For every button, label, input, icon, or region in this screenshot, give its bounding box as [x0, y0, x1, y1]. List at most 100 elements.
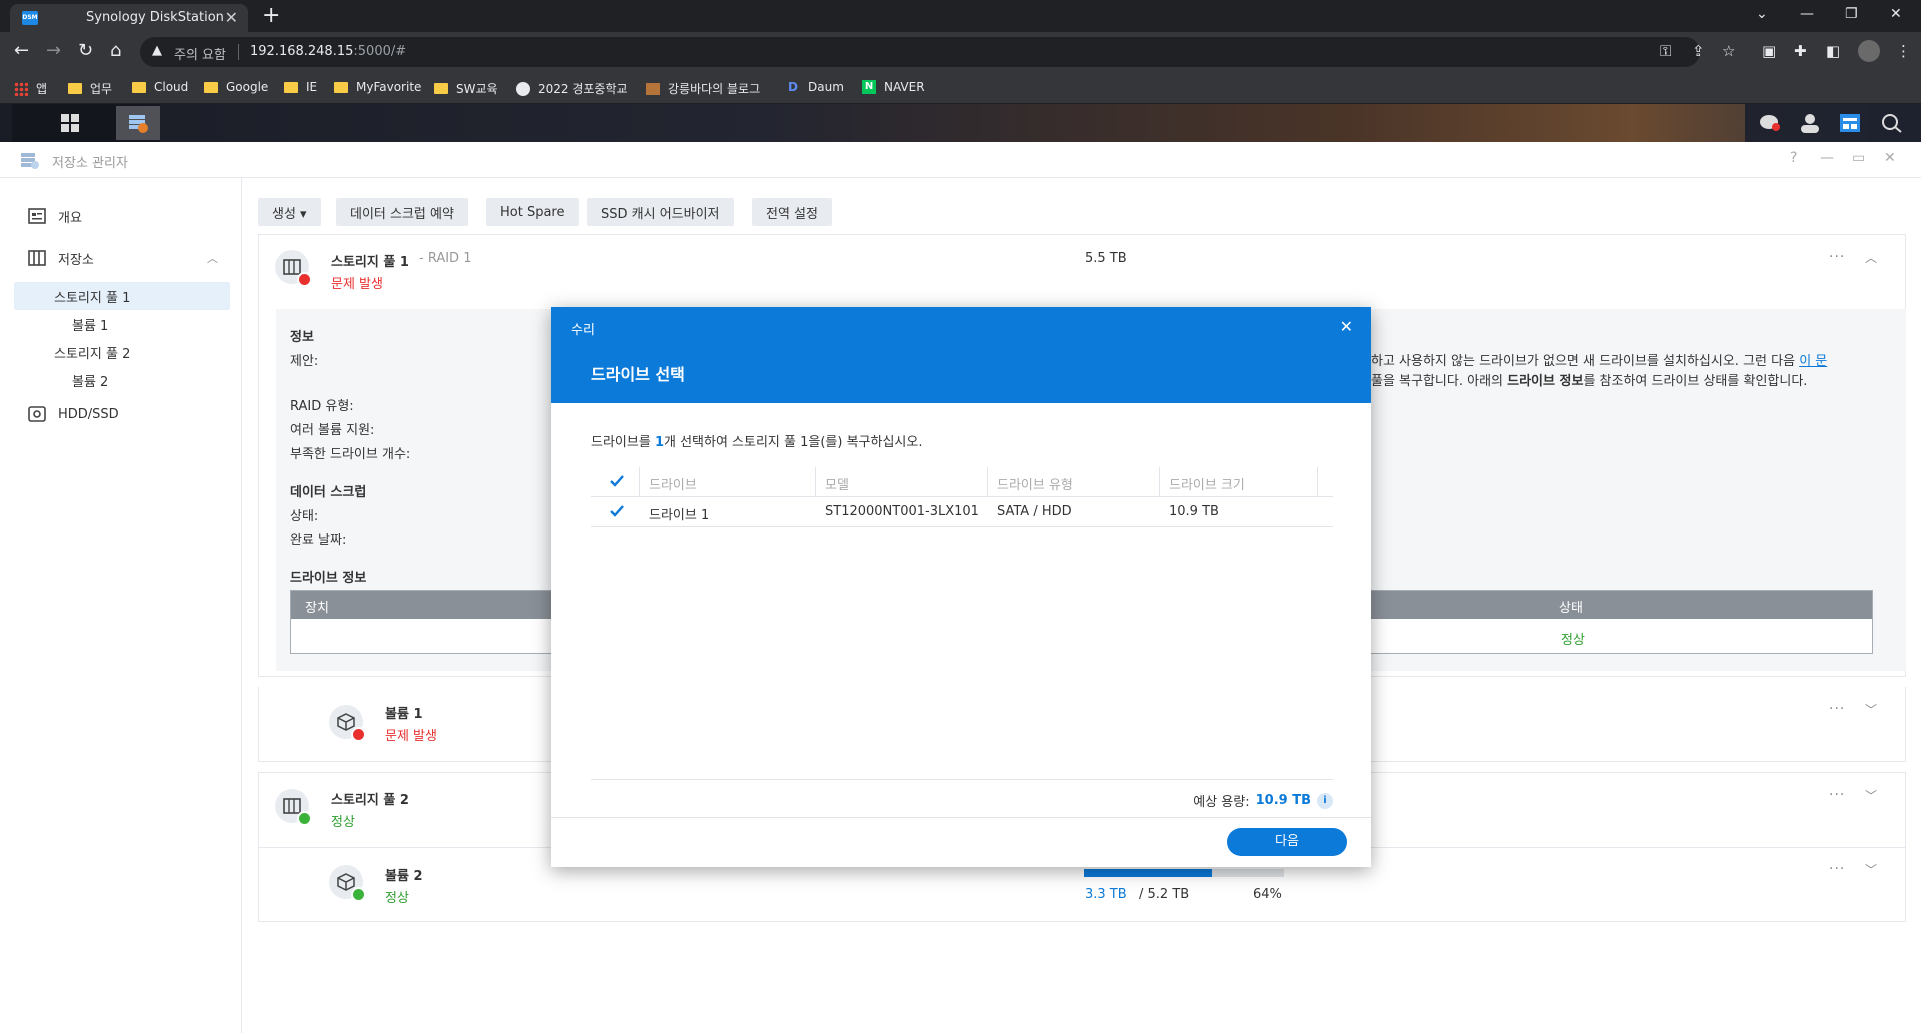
column-model[interactable]: 모델: [825, 474, 849, 493]
new-tab-button[interactable]: +: [262, 3, 280, 28]
info-heading: 정보: [290, 330, 314, 345]
profile-avatar[interactable]: [1858, 40, 1880, 62]
storage-manager-taskbar-button[interactable]: [116, 106, 160, 140]
browser-tab[interactable]: DSM Synology DiskStation ✕: [10, 4, 248, 32]
error-badge-icon: [297, 272, 312, 287]
column-drive[interactable]: 드라이브: [649, 474, 697, 493]
window-minimize-button[interactable]: —: [1820, 150, 1834, 166]
close-icon[interactable]: ✕: [1340, 317, 1353, 336]
bookmark-myfavorite[interactable]: MyFavorite: [334, 80, 421, 94]
sidebar-item-volume1[interactable]: 볼륨 1: [14, 310, 230, 338]
hdd-icon: [28, 406, 46, 422]
folder-icon: [284, 81, 298, 93]
apps-grid-icon: [14, 81, 28, 96]
chevron-up-icon[interactable]: ︿: [207, 250, 218, 266]
widgets-icon[interactable]: [1839, 113, 1861, 133]
url-text[interactable]: 192.168.248.15:5000/#: [250, 44, 406, 59]
forward-icon[interactable]: →: [46, 41, 61, 61]
bookmark-daum[interactable]: D Daum: [788, 80, 844, 94]
tab-close-icon[interactable]: ✕: [225, 8, 238, 27]
bookmark-star-icon[interactable]: ☆: [1722, 42, 1735, 60]
column-divider: [639, 467, 640, 497]
user-icon[interactable]: [1799, 113, 1821, 133]
ssd-cache-advisor-button[interactable]: SSD 캐시 어드바이저: [587, 198, 734, 226]
column-drive-size[interactable]: 드라이브 크기: [1169, 474, 1245, 493]
bookmark-blog[interactable]: 강릉바다의 블로그: [646, 80, 760, 97]
column-drive-type[interactable]: 드라이브 유형: [997, 474, 1073, 493]
search-icon[interactable]: [1881, 113, 1903, 133]
bookmark-label: SW교육: [456, 82, 498, 96]
chevron-down-icon[interactable]: ﹀: [1865, 701, 1877, 718]
more-options-icon[interactable]: ···: [1829, 249, 1845, 265]
suggestion-label: 제안:: [290, 354, 319, 369]
chevron-down-icon[interactable]: ﹀: [1865, 861, 1877, 878]
home-icon[interactable]: ⌂: [110, 41, 121, 61]
more-options-icon[interactable]: ···: [1829, 701, 1845, 717]
url-host: 192.168.248.15: [250, 44, 354, 59]
volume-status: 정상: [385, 891, 409, 906]
folder-icon: [132, 81, 146, 93]
security-warning[interactable]: 주의 요함: [174, 44, 226, 63]
next-button[interactable]: 다음: [1227, 828, 1347, 856]
help-button[interactable]: ?: [1790, 150, 1797, 166]
sidebar-item-label: 스토리지 풀 2: [54, 346, 131, 362]
bookmark-cloud[interactable]: Cloud: [132, 80, 188, 94]
main-menu-button[interactable]: [48, 106, 92, 140]
info-icon[interactable]: i: [1317, 792, 1333, 809]
tab-search-icon[interactable]: ⌄: [1756, 6, 1768, 22]
bookmark-school[interactable]: 2022 경포중학교: [516, 80, 628, 97]
extension-icon[interactable]: ▣: [1762, 42, 1776, 60]
sidebar-item-pool2[interactable]: 스토리지 풀 2: [14, 338, 230, 366]
global-settings-button[interactable]: 전역 설정: [752, 198, 832, 226]
bookmark-ie[interactable]: IE: [284, 80, 317, 94]
bookmarks-bar: 앱 업무 Cloud Google IE MyFavorite SW교육 202…: [0, 72, 1921, 104]
more-options-icon[interactable]: ···: [1829, 861, 1845, 877]
hot-spare-button[interactable]: Hot Spare: [486, 198, 579, 226]
bookmark-label: 업무: [90, 82, 113, 96]
share-icon[interactable]: ⇪: [1692, 42, 1705, 60]
notification-icon[interactable]: [1759, 113, 1781, 133]
suggestion-link[interactable]: 이 문: [1799, 354, 1827, 369]
error-badge-icon: [351, 727, 366, 742]
scrub-schedule-button[interactable]: 데이터 스크럽 예약: [336, 198, 468, 226]
key-icon[interactable]: ⚿: [1660, 42, 1671, 60]
globe-icon: [516, 81, 530, 96]
column-device[interactable]: 장치: [305, 597, 329, 616]
bookmark-work[interactable]: 업무: [68, 80, 112, 97]
reload-icon[interactable]: ↻: [78, 41, 93, 61]
desc-text: 드라이브를: [591, 435, 655, 450]
chevron-down-icon[interactable]: ﹀: [1865, 787, 1877, 804]
sidebar-item-storage[interactable]: 저장소 ︿: [14, 244, 230, 272]
bookmark-apps[interactable]: 앱: [14, 80, 47, 97]
sidebar-item-volume2[interactable]: 볼륨 2: [14, 366, 230, 394]
bookmark-naver[interactable]: N NAVER: [862, 80, 925, 94]
warning-icon[interactable]: ▲: [152, 43, 162, 58]
sidebar-item-overview[interactable]: 개요: [14, 202, 230, 230]
folder-icon: [334, 81, 348, 93]
minimize-button[interactable]: —: [1800, 6, 1814, 22]
more-options-icon[interactable]: ···: [1829, 787, 1845, 803]
row-checkbox[interactable]: [609, 503, 625, 519]
puzzle-icon[interactable]: ✚: [1794, 42, 1807, 60]
column-status[interactable]: 상태: [1559, 597, 1583, 616]
restore-button[interactable]: ❐: [1845, 6, 1858, 22]
sidebar-item-pool1[interactable]: 스토리지 풀 1: [14, 282, 230, 310]
kebab-menu-icon[interactable]: ⋮: [1896, 42, 1911, 60]
select-all-checkbox[interactable]: [609, 473, 625, 489]
estimated-capacity: 예상 용량: 10.9 TB i: [1193, 791, 1333, 810]
close-window-button[interactable]: ✕: [1890, 6, 1902, 22]
address-bar[interactable]: ▲ 주의 요함 192.168.248.15:5000/#: [140, 37, 1700, 67]
suggestion-text-line1: 하고 사용하지 않는 드라이브가 없으면 새 드라이브를 설치하십시오. 그런 …: [1371, 350, 1827, 369]
table-row[interactable]: 드라이브 1 ST12000NT001-3LX101 SATA / HDD 10…: [591, 497, 1333, 527]
bookmark-google[interactable]: Google: [204, 80, 268, 94]
sidebar-item-hdd-ssd[interactable]: HDD/SSD: [14, 400, 230, 428]
back-icon[interactable]: ←: [14, 41, 29, 61]
window-maximize-button[interactable]: ▭: [1852, 150, 1865, 166]
chevron-up-icon[interactable]: ︿: [1865, 249, 1877, 266]
sidepanel-icon[interactable]: ◧: [1826, 42, 1840, 60]
repair-dialog: 수리 드라이브 선택 ✕ 드라이브를 1개 선택하여 스토리지 풀 1을(를) …: [551, 307, 1371, 867]
window-close-button[interactable]: ✕: [1884, 150, 1896, 166]
create-dropdown-button[interactable]: 생성 ▾: [258, 198, 321, 226]
pool-size: 5.5 TB: [1085, 251, 1127, 266]
bookmark-sw[interactable]: SW교육: [434, 80, 498, 97]
